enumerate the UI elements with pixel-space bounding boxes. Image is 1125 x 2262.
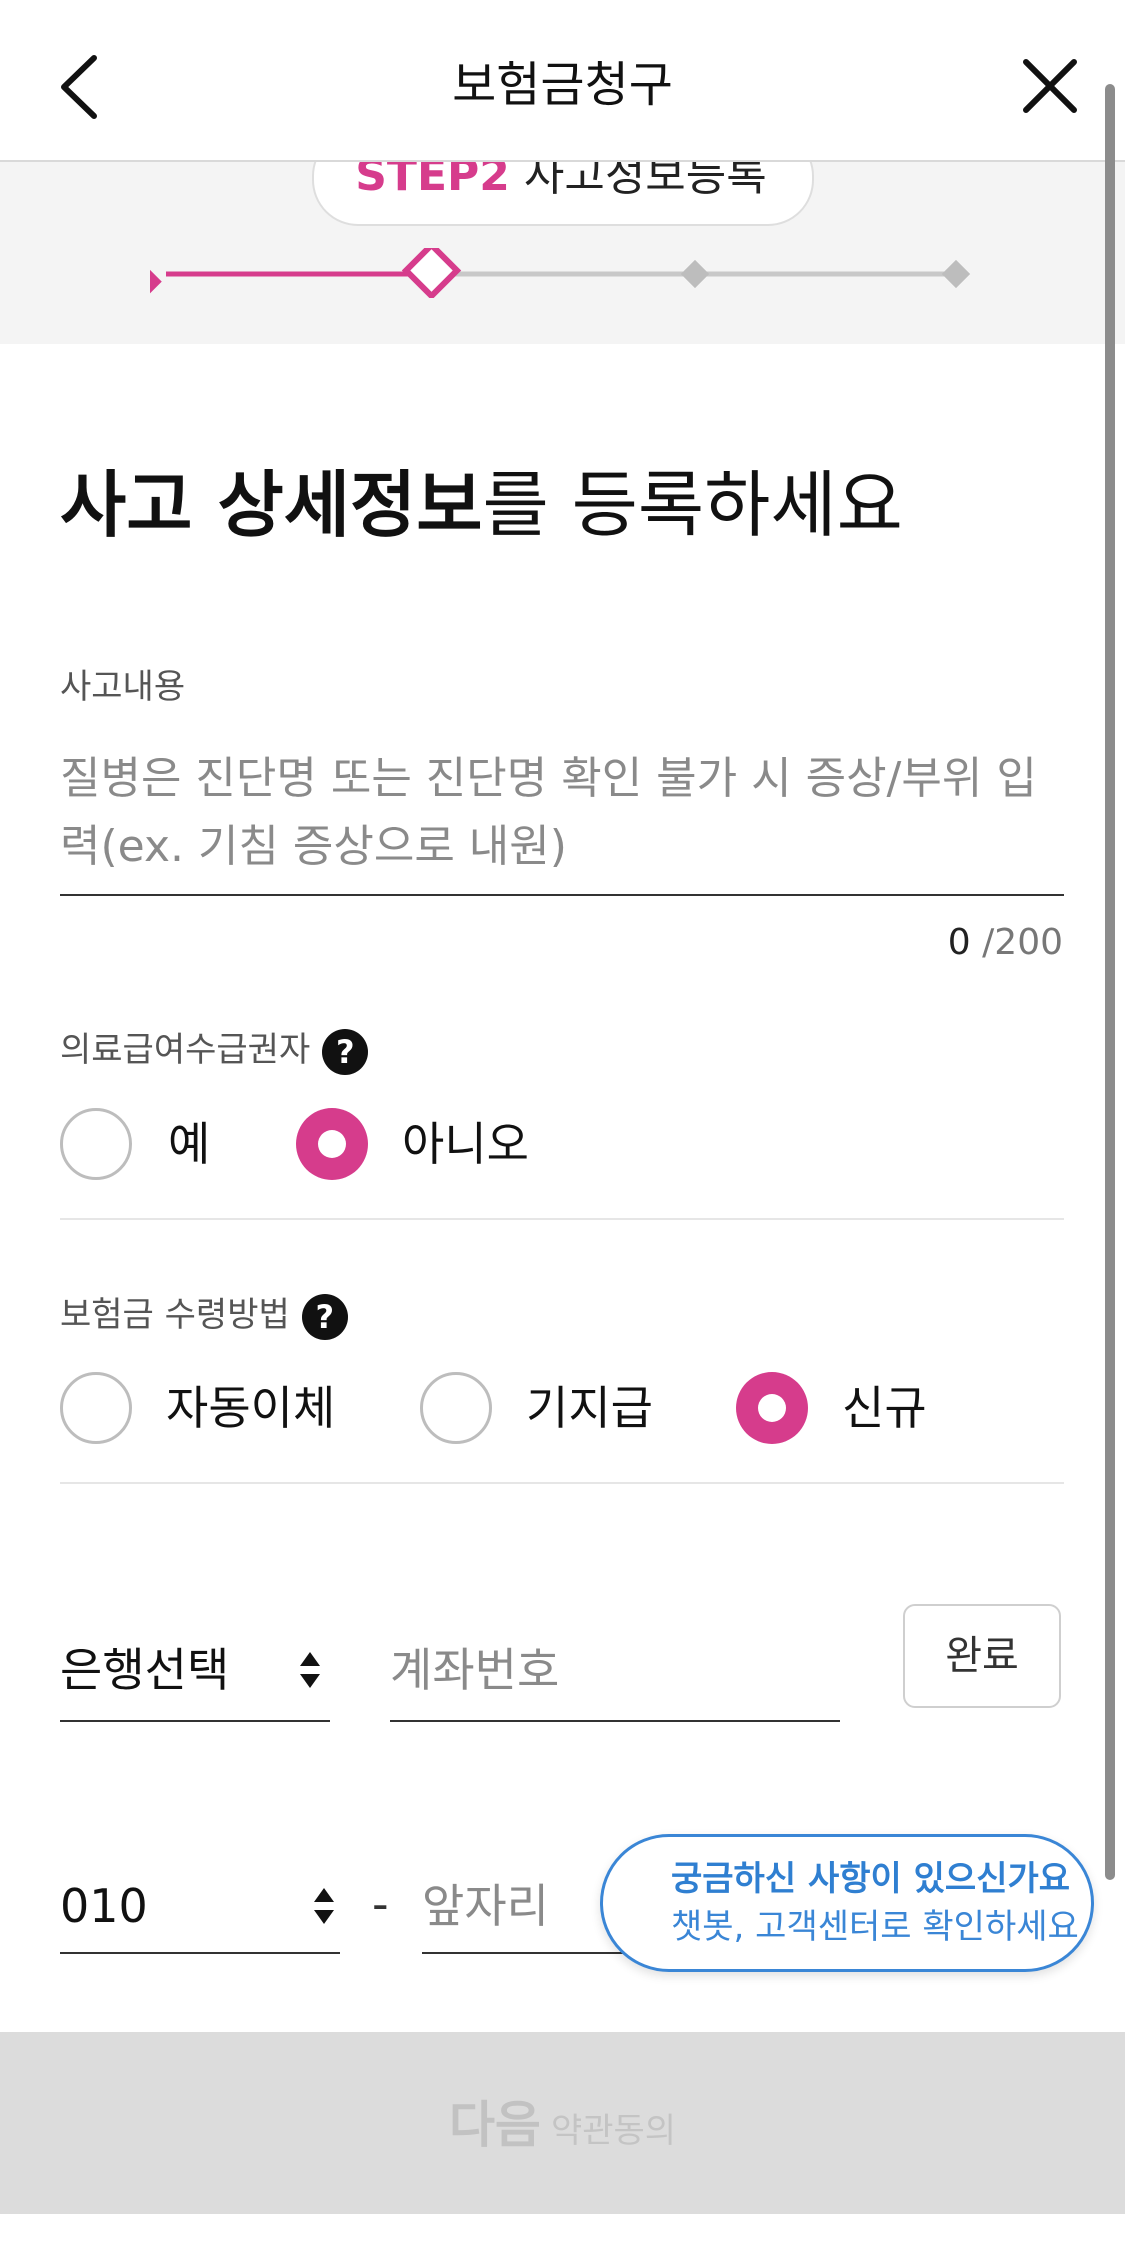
radio-medical-yes[interactable] [60, 1108, 132, 1180]
account-number-placeholder: 계좌번호 [390, 1643, 560, 1697]
step-progress [150, 248, 971, 298]
heading-rest: 를 등록하세요 [482, 463, 903, 547]
step-1-marker [150, 267, 162, 296]
receive-method-label-text: 보험금 수령방법 [60, 1295, 290, 1335]
accident-underline [60, 894, 1064, 896]
next-label: 다음 [448, 2096, 541, 2154]
step-4-marker [941, 259, 971, 289]
updown-icon [300, 1652, 320, 1688]
page-title: 보험금청구 [452, 57, 673, 113]
next-sub-label: 약관동의 [550, 2111, 677, 2151]
medical-aid-label-text: 의료급여수급권자 [60, 1030, 311, 1070]
divider [60, 1482, 1064, 1484]
help-icon[interactable]: ? [301, 1293, 348, 1340]
phone-separator: - [372, 1877, 389, 1931]
radio-medical-no-label[interactable]: 아니오 [402, 1108, 529, 1180]
updown-icon [314, 1888, 334, 1924]
radio-new-label[interactable]: 신규 [842, 1372, 927, 1444]
done-button[interactable]: 완료 [903, 1604, 1061, 1708]
receive-method-options: 자동이체 기지급 신규 [60, 1372, 1064, 1452]
char-counter: 0 /200 [948, 918, 1063, 968]
radio-medical-no[interactable] [296, 1108, 368, 1180]
close-icon [1023, 59, 1077, 113]
divider [60, 1218, 1064, 1220]
phone-front-placeholder: 앞자리 [422, 1879, 549, 1933]
accident-textarea[interactable]: 질병은 진단명 또는 진단명 확인 불가 시 증상/부위 입력(ex. 기침 증… [60, 745, 1060, 881]
phone-prefix-select[interactable]: 010 [60, 1860, 340, 1954]
account-number-input[interactable]: 계좌번호 [390, 1620, 840, 1722]
chatbot-line-2: 챗봇, 고객센터로 확인하세요 [671, 1907, 1079, 1947]
bank-select[interactable]: 은행선택 [60, 1620, 330, 1722]
medical-aid-options: 예 아니오 [60, 1108, 1064, 1188]
close-button[interactable] [1020, 56, 1080, 116]
radio-medical-yes-label[interactable]: 예 [168, 1108, 210, 1180]
char-count: 0 [947, 922, 971, 963]
next-button-label: 다음 약관동의 [0, 2090, 1125, 2172]
step-2-marker [401, 248, 462, 298]
phone-prefix-value: 010 [60, 1879, 148, 1933]
radio-paid[interactable] [420, 1372, 492, 1444]
medical-aid-label: 의료급여수급권자? [60, 1025, 369, 1075]
bank-select-value: 은행선택 [60, 1643, 230, 1697]
step-3-marker [680, 259, 710, 289]
scrollbar[interactable] [1105, 84, 1115, 1880]
chatbot-bubble[interactable]: 궁금하신 사항이 있으신가요 챗봇, 고객센터로 확인하세요 [600, 1834, 1094, 1972]
help-icon[interactable]: ? [322, 1028, 369, 1075]
radio-new[interactable] [736, 1372, 808, 1444]
radio-auto-transfer-label[interactable]: 자동이체 [166, 1372, 335, 1444]
app-header: 보험금청구 [0, 0, 1125, 162]
radio-auto-transfer[interactable] [60, 1372, 132, 1444]
radio-paid-label[interactable]: 기지급 [526, 1372, 653, 1444]
accident-label: 사고내용 [60, 667, 186, 707]
heading-bold: 사고 상세정보 [60, 463, 483, 547]
section-heading: 사고 상세정보를 등록하세요 [60, 455, 903, 555]
chatbot-line-1: 궁금하신 사항이 있으신가요 [671, 1859, 1071, 1899]
receive-method-label: 보험금 수령방법? [60, 1290, 348, 1340]
char-max: /200 [982, 922, 1063, 963]
